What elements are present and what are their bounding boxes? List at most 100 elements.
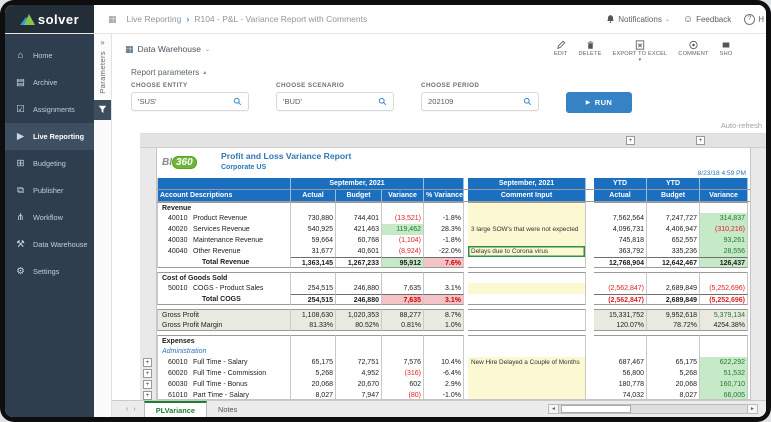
column-spacer	[586, 335, 594, 346]
column-outline-strip: + +	[140, 134, 766, 148]
sheet-tab-plvariance[interactable]: PLVariance	[144, 401, 207, 417]
scroll-left-button[interactable]: ◄	[548, 404, 559, 414]
run-button[interactable]: ▶RUN	[566, 92, 632, 113]
tab-scroll-right-icon[interactable]: ›	[133, 406, 135, 413]
toolbar-button-label: COMMENT	[678, 51, 708, 57]
choose-entity-input[interactable]: 'SUS'	[131, 92, 249, 111]
cell-comment-input[interactable]	[468, 283, 586, 294]
sidebar-item-publisher[interactable]: ⧉Publisher	[5, 177, 94, 204]
cell-ytd-variance: 28,556	[700, 246, 748, 257]
export-to-excel-button[interactable]: EXPORT TO EXCEL▾	[613, 40, 668, 62]
cell-comment-input[interactable]	[468, 213, 586, 224]
filter-button[interactable]	[94, 100, 111, 120]
sidebar-item-assignments[interactable]: ☑Assignments	[5, 96, 94, 123]
sidebar-item-data-warehouse[interactable]: ⚒Data Warehouse	[5, 231, 94, 258]
cell-comment-input[interactable]	[468, 257, 586, 268]
sidebar-item-label: Budgeting	[33, 159, 66, 168]
breadcrumb-section[interactable]: Live Reporting	[127, 14, 182, 24]
search-icon[interactable]	[523, 93, 532, 111]
publisher-icon: ⧉	[15, 185, 26, 196]
cell-comment-input[interactable]	[468, 294, 586, 305]
assignments-icon: ☑	[15, 104, 26, 115]
cell-ytd-budget: 652,557	[647, 235, 700, 246]
report-title: Profit and Loss Variance Report	[221, 151, 351, 161]
report-parameters-toggle[interactable]: Report parameters ▴	[112, 64, 766, 81]
cell-actual: 254,515	[291, 283, 336, 294]
sho-button[interactable]: SHO	[720, 40, 733, 57]
cell-ytd-budget: 4,406,947	[647, 224, 700, 235]
header-actual: Actual	[291, 190, 336, 201]
collapse-panel-icon[interactable]: »	[100, 34, 104, 49]
cell-variance: 7,576	[382, 357, 424, 368]
sidebar-item-home[interactable]: ⌂Home	[5, 42, 94, 69]
cell-comment-input[interactable]	[468, 346, 586, 357]
cell-ytd-actual: 363,792	[594, 246, 647, 257]
cell-budget	[336, 346, 382, 357]
cell-budget: 246,880	[336, 283, 382, 294]
search-icon[interactable]	[233, 93, 242, 111]
sidebar-item-workflow[interactable]: ⋔Workflow	[5, 204, 94, 231]
sidebar-item-settings[interactable]: ⚙Settings	[5, 258, 94, 285]
cell-comment-input[interactable]	[468, 202, 586, 213]
sidebar-item-label: Settings	[33, 267, 59, 276]
cell-comment-input[interactable]: Delays due to Corona virus	[468, 246, 586, 257]
column-group-expand-button[interactable]: +	[626, 136, 635, 145]
column-spacer	[586, 346, 594, 357]
notifications-button[interactable]: Notifications ⌄	[606, 14, 670, 24]
cell-comment-input[interactable]	[468, 379, 586, 390]
cell-pct-variance: 7.6%	[424, 257, 464, 268]
scrollbar-thumb[interactable]	[561, 405, 631, 413]
play-icon: ▶	[586, 99, 591, 106]
feedback-button[interactable]: ☺ Feedback	[683, 14, 731, 25]
cell-ytd-budget: 65,175	[647, 357, 700, 368]
row-group-expand-button[interactable]: +	[143, 369, 152, 378]
grid-menu-icon[interactable]: ▦	[108, 14, 117, 25]
row-group-expand-button[interactable]: +	[143, 380, 152, 389]
search-icon[interactable]	[378, 93, 387, 111]
choose-scenario-input[interactable]: 'BUD'	[276, 92, 394, 111]
cell-budget	[336, 202, 382, 213]
show-icon	[721, 40, 731, 50]
auto-refresh-label[interactable]: Auto-refresh	[721, 121, 762, 133]
cell-ytd-actual: 687,467	[594, 357, 647, 368]
column-group-expand-button[interactable]: +	[696, 136, 705, 145]
cell-comment-input[interactable]	[468, 390, 586, 400]
help-button[interactable]: ? H	[744, 14, 764, 25]
tab-scroll-left-icon[interactable]: ‹	[126, 406, 128, 413]
cell-ytd-actual: 74,032	[594, 390, 647, 400]
sheet-tab-notes[interactable]: Notes	[207, 401, 248, 417]
delete-button[interactable]: DELETE	[579, 40, 602, 57]
edit-button[interactable]: EDIT	[554, 40, 568, 57]
cell-pct-variance	[424, 346, 464, 357]
field-label: CHOOSE SCENARIO	[276, 82, 394, 89]
cell-comment-input[interactable]	[468, 335, 586, 346]
choose-period-input[interactable]: 202109	[421, 92, 539, 111]
cell-ytd-actual: (2,562,847)	[594, 294, 647, 305]
sidebar-item-budgeting[interactable]: ⊞Budgeting	[5, 150, 94, 177]
scroll-right-button[interactable]: ►	[747, 404, 758, 414]
sidebar-item-live-reporting[interactable]: ▶Live Reporting	[5, 123, 94, 150]
cell-comment-input[interactable]	[468, 368, 586, 379]
cell-pct-variance: 10.4%	[424, 357, 464, 368]
cell-comment-input[interactable]	[468, 272, 586, 283]
field-choose-entity: CHOOSE ENTITY'SUS'	[131, 81, 249, 111]
scrollbar-track[interactable]	[559, 404, 747, 414]
cell-comment-input[interactable]: New Hire Delayed a Couple of Months	[468, 357, 586, 368]
cell-ytd-budget: 8,027	[647, 390, 700, 400]
sidebar-item-archive[interactable]: ▤Archive	[5, 69, 94, 96]
comment-button[interactable]: COMMENT	[678, 40, 708, 57]
cell-comment-input[interactable]	[468, 235, 586, 246]
cell-comment-input[interactable]	[468, 309, 586, 320]
field-label: CHOOSE PERIOD	[421, 82, 539, 89]
cell-budget	[336, 272, 382, 283]
data-source-dropdown[interactable]: ▦ Data Warehouse ⌄	[125, 44, 210, 55]
cell-pct-variance: -1.0%	[424, 390, 464, 400]
cell-comment-input[interactable]: 3 large SOW's that were not expected	[468, 224, 586, 235]
row-group-expand-button[interactable]: +	[143, 391, 152, 400]
report-canvas: BI360 Profit and Loss Variance Report Co…	[156, 148, 751, 400]
table-row: Expenses	[157, 335, 750, 346]
cell-comment-input[interactable]	[468, 320, 586, 331]
header-blank	[700, 178, 748, 189]
report-table-body: Revenue40010Product Revenue730,880744,40…	[157, 202, 750, 400]
row-group-expand-button[interactable]: +	[143, 358, 152, 367]
